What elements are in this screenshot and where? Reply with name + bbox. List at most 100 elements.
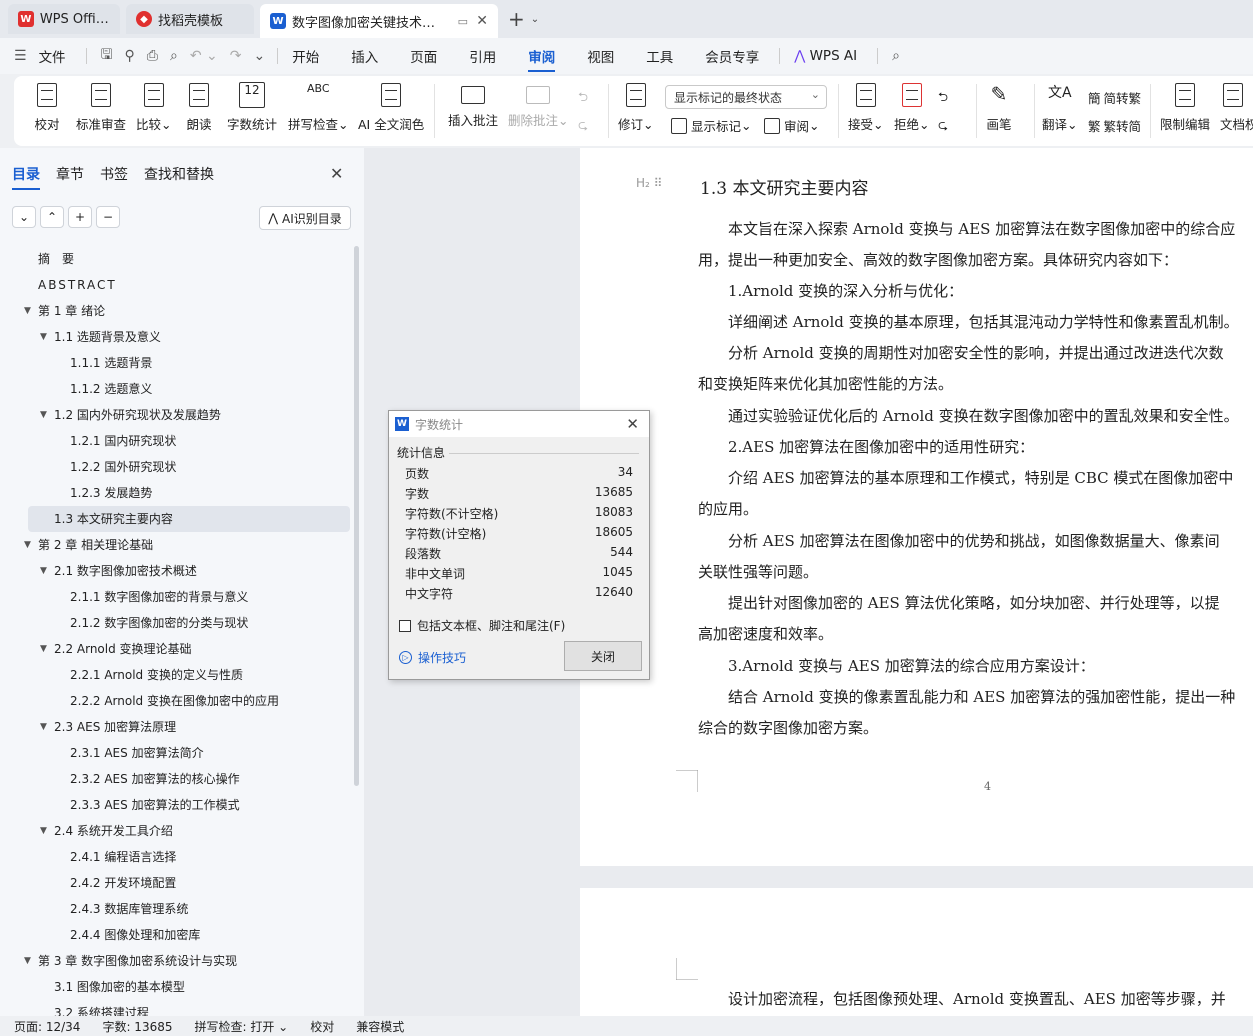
wps-ai-button[interactable]: ⋀ WPS AI	[794, 48, 857, 64]
nav-tab-sections[interactable]: 章节	[56, 164, 84, 190]
remove-heading-icon[interactable]: −	[96, 206, 120, 228]
expand-triangle-icon[interactable]: ▼	[40, 402, 47, 428]
standard-review-button[interactable]: 标准审查	[76, 82, 126, 133]
add-heading-icon[interactable]: +	[68, 206, 92, 228]
next-change-icon[interactable]: ⮎	[938, 116, 948, 137]
next-comment-icon[interactable]: ⮎	[578, 116, 588, 137]
prev-comment-icon[interactable]: ⮌	[578, 88, 588, 109]
prev-change-icon[interactable]: ⮌	[938, 88, 948, 109]
dialog-close-icon[interactable]: ✕	[626, 415, 639, 433]
toc-item[interactable]: 摘 要	[0, 246, 352, 272]
toc-item[interactable]: 2.4.2 开发环境配置	[0, 870, 352, 896]
toc-item[interactable]: ▼ 2.2 Arnold 变换理论基础	[0, 636, 352, 662]
tab-wps-office[interactable]: W WPS Office	[8, 4, 120, 34]
translate-button[interactable]: 文A 翻译⌄	[1042, 82, 1078, 133]
toc-item[interactable]: 2.3.1 AES 加密算法简介	[0, 740, 352, 766]
toc-item[interactable]: 2.2.2 Arnold 变换在图像加密中的应用	[0, 688, 352, 714]
expand-triangle-icon[interactable]: ▼	[24, 532, 31, 558]
track-changes-button[interactable]: 修订⌄	[618, 82, 654, 133]
compare-button[interactable]: 比较⌄	[136, 82, 172, 133]
expand-triangle-icon[interactable]: ▼	[40, 324, 47, 350]
print-preview-icon[interactable]: ⌕	[170, 48, 178, 64]
expand-triangle-icon[interactable]: ▼	[40, 558, 47, 584]
insert-comment-button[interactable]: 插入批注	[448, 82, 498, 129]
heading-level-marker[interactable]: H₂ ⠿	[636, 176, 662, 190]
close-tab-icon[interactable]: ✕	[476, 13, 488, 29]
toc-item[interactable]: ▼ 第 2 章 相关理论基础	[0, 532, 352, 558]
tab-document[interactable]: W 数字图像加密关键技术的研究 ▭ ✕	[260, 4, 498, 38]
toc-item[interactable]: 3.2 系统搭建过程	[0, 1000, 352, 1016]
file-menu[interactable]: 文件	[39, 46, 66, 66]
read-aloud-button[interactable]: 朗读	[186, 82, 212, 133]
expand-triangle-icon[interactable]: ▼	[40, 636, 47, 662]
tab-view[interactable]: 视图	[587, 46, 614, 66]
collapse-icon[interactable]: ⌄	[12, 206, 36, 228]
show-markup-button[interactable]: 显示标记 ⌄	[671, 116, 752, 135]
toc-item[interactable]: ▼ 2.4 系统开发工具介绍	[0, 818, 352, 844]
toc-item[interactable]: 2.4.1 编程语言选择	[0, 844, 352, 870]
tab-membership[interactable]: 会员专享	[705, 46, 759, 66]
more-chevron-icon[interactable]: ⌄	[253, 48, 265, 64]
tab-list-chevron-icon[interactable]: ⌄	[531, 14, 539, 25]
tab-home[interactable]: 开始	[292, 46, 319, 66]
doc-permission-button[interactable]: 文档权	[1220, 82, 1253, 133]
document-page-next[interactable]: 设计加密流程，包括图像预处理、Arnold 变换置乱、AES 加密等步骤，并	[580, 888, 1253, 1016]
expand-triangle-icon[interactable]: ▼	[24, 298, 31, 324]
toc-item[interactable]: 2.1.1 数字图像加密的背景与意义	[0, 584, 352, 610]
toc-item[interactable]: 1.2.1 国内研究现状	[0, 428, 352, 454]
share-icon[interactable]: ⚲	[125, 48, 135, 64]
nav-tab-find-replace[interactable]: 查找和替换	[144, 164, 214, 190]
expand-triangle-icon[interactable]: ▼	[40, 714, 47, 740]
tab-insert[interactable]: 插入	[351, 46, 378, 66]
proofread-button[interactable]: 校对	[34, 82, 60, 133]
ai-toc-button[interactable]: ⋀ AI识别目录	[259, 206, 351, 230]
document-page[interactable]: H₂ ⠿ 1.3 本文研究主要内容 本文旨在深入探索 Arnold 变换与 AE…	[580, 148, 1253, 866]
tab-template-store[interactable]: ◆ 找稻壳模板	[126, 4, 254, 34]
toc-item[interactable]: 1.1.1 选题背景	[0, 350, 352, 376]
spell-check-button[interactable]: ABC 拼写检查⌄	[288, 82, 349, 133]
restrict-editing-button[interactable]: 限制编辑	[1160, 82, 1210, 133]
toc-item[interactable]: ▼ 1.2 国内外研究现状及发展趋势	[0, 402, 352, 428]
status-proofread[interactable]: 校对	[310, 1018, 334, 1035]
toc-item[interactable]: 1.3 本文研究主要内容	[28, 506, 350, 532]
delete-comment-button[interactable]: 删除批注⌄	[508, 82, 569, 129]
tab-review[interactable]: 审阅	[528, 46, 556, 72]
toc-item[interactable]: 2.4.3 数据库管理系统	[0, 896, 352, 922]
toc-item[interactable]: ▼ 2.3 AES 加密算法原理	[0, 714, 352, 740]
undo-icon[interactable]: ↶ ⌄	[190, 48, 218, 64]
markup-display-select[interactable]: 显示标记的最终状态 ⌄	[665, 85, 827, 109]
expand-triangle-icon[interactable]: ▼	[40, 818, 47, 844]
status-page[interactable]: 页面: 12/34	[14, 1018, 80, 1035]
save-icon[interactable]: 🖫	[101, 44, 113, 68]
to-traditional-button[interactable]: 簡简转繁	[1088, 88, 1141, 107]
to-simplified-button[interactable]: 繁繁转简	[1088, 116, 1141, 135]
toc-item[interactable]: 2.4.4 图像处理和加密库	[0, 922, 352, 948]
reviewing-pane-button[interactable]: 审阅 ⌄	[764, 116, 820, 135]
toc-item[interactable]: ▼ 1.1 选题背景及意义	[0, 324, 352, 350]
toc-item[interactable]: 1.2.3 发展趋势	[0, 480, 352, 506]
toc-item[interactable]: 1.2.2 国外研究现状	[0, 454, 352, 480]
tips-link[interactable]: ▷ 操作技巧	[399, 649, 466, 666]
search-icon[interactable]: ⌕	[892, 48, 900, 64]
toc-item[interactable]: 2.3.2 AES 加密算法的核心操作	[0, 766, 352, 792]
redo-icon[interactable]: ↷	[230, 48, 242, 64]
print-icon[interactable]: ⎙	[147, 48, 158, 64]
toc-item[interactable]: 2.3.3 AES 加密算法的工作模式	[0, 792, 352, 818]
expand-triangle-icon[interactable]: ▼	[24, 948, 31, 974]
ai-polish-button[interactable]: AI 全文润色	[358, 82, 424, 133]
toc-item[interactable]: ▼ 第 1 章 绪论	[0, 298, 352, 324]
toc-scrollbar[interactable]	[354, 246, 359, 786]
expand-icon[interactable]: ⌃	[40, 206, 64, 228]
tab-references[interactable]: 引用	[469, 46, 496, 66]
close-pane-icon[interactable]: ✕	[330, 164, 343, 183]
nav-tab-bookmarks[interactable]: 书签	[100, 164, 128, 190]
hamburger-menu-icon[interactable]: ☰	[14, 48, 27, 64]
new-tab-icon[interactable]: +	[508, 7, 525, 31]
status-spell-check[interactable]: 拼写检查: 打开 ⌄	[195, 1018, 289, 1035]
tab-tools[interactable]: 工具	[646, 46, 673, 66]
checkbox-box[interactable]	[399, 619, 411, 632]
accept-button[interactable]: 接受⌄	[848, 82, 884, 133]
reject-button[interactable]: 拒绝⌄	[894, 82, 930, 133]
status-word-count[interactable]: 字数: 13685	[102, 1018, 172, 1035]
tab-page[interactable]: 页面	[410, 46, 437, 66]
